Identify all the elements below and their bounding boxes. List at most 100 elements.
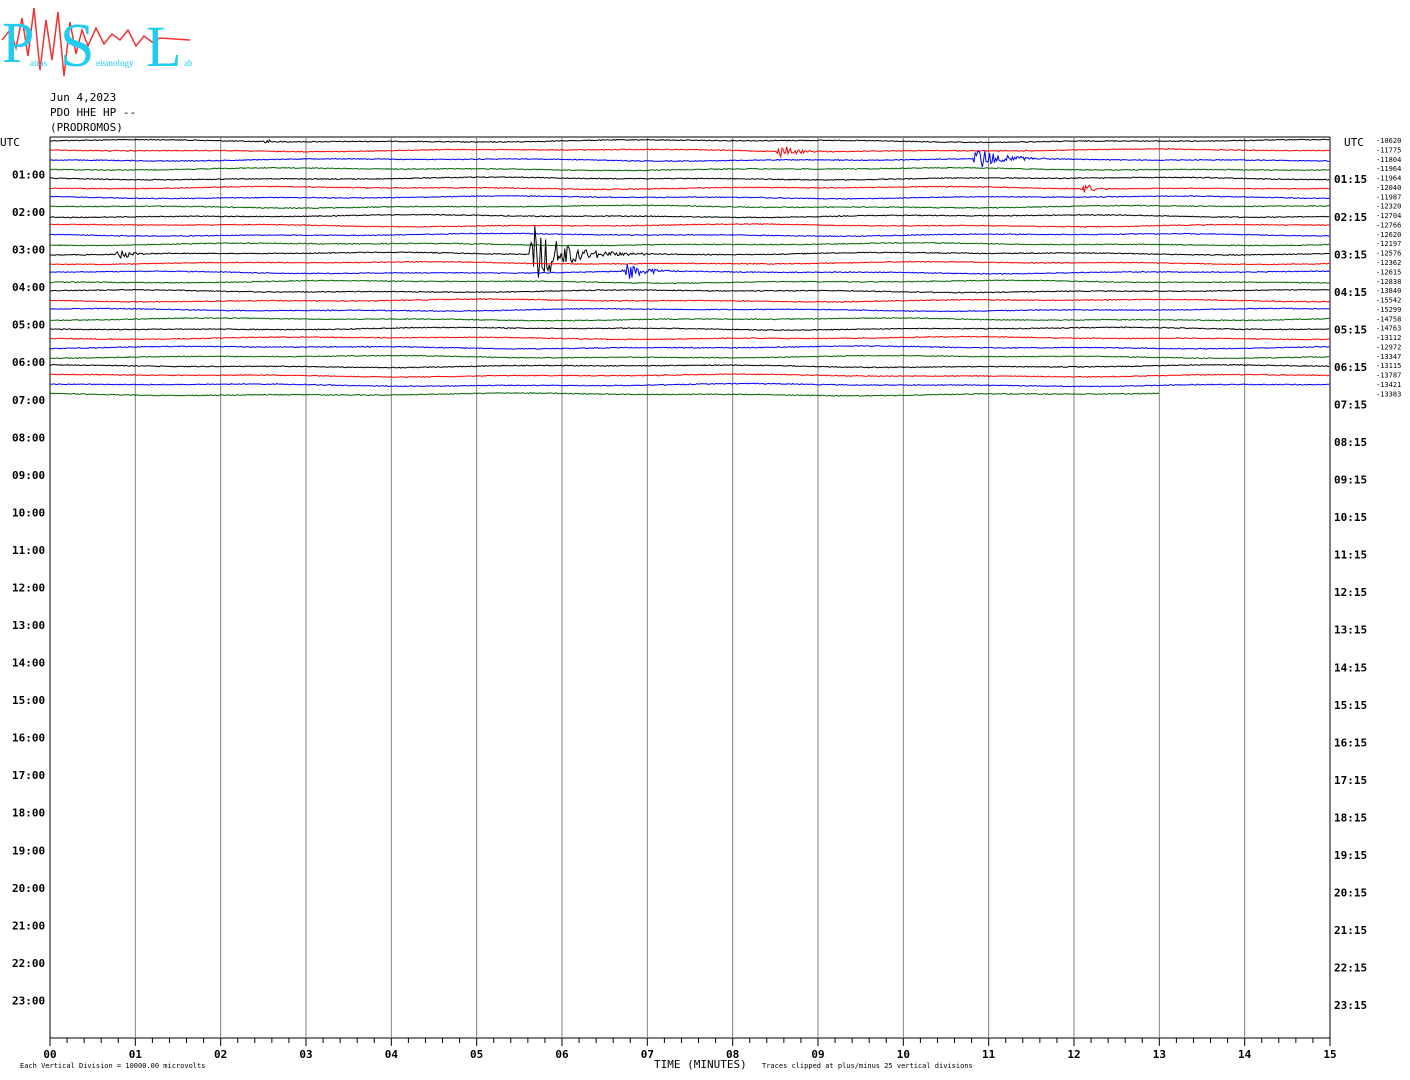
x-tick-label: 11 xyxy=(982,1048,996,1061)
hour-label-left: 07:00 xyxy=(12,394,45,407)
row-offset-label: -13421 xyxy=(1376,381,1401,389)
hour-label-left: 01:00 xyxy=(12,169,45,182)
hour-label-right: 11:15 xyxy=(1334,549,1367,562)
x-tick-label: 14 xyxy=(1238,1048,1252,1061)
row-offset-label: -13347 xyxy=(1376,353,1401,361)
row-offset-label: -12362 xyxy=(1376,259,1401,267)
trace-row-9 xyxy=(49,223,1330,228)
x-tick-label: 12 xyxy=(1067,1048,1080,1061)
x-tick-label: 02 xyxy=(214,1048,227,1061)
hour-label-left: 03:00 xyxy=(12,244,45,257)
trace-row-22 xyxy=(49,345,1330,350)
x-tick-label: 03 xyxy=(299,1048,312,1061)
hour-label-right: 21:15 xyxy=(1334,924,1367,937)
hour-label-left: 17:00 xyxy=(12,769,45,782)
hour-label-left: 15:00 xyxy=(12,694,45,707)
row-offset-label: -13112 xyxy=(1376,334,1401,342)
right-axis-title: UTC xyxy=(1344,136,1364,149)
trace-row-25 xyxy=(50,373,1330,378)
trace-row-4 xyxy=(49,176,1330,181)
row-offset-label: -11987 xyxy=(1376,193,1401,201)
footer-left: Each Vertical Division = 10000.00 microv… xyxy=(20,1062,205,1070)
trace-row-23 xyxy=(49,354,1330,360)
hour-label-left: 20:00 xyxy=(12,882,45,895)
hour-label-right: 04:15 xyxy=(1334,286,1367,299)
row-offset-label: -12704 xyxy=(1376,212,1401,220)
x-tick-label: 04 xyxy=(385,1048,399,1061)
row-offset-label: -14763 xyxy=(1376,325,1401,333)
hour-label-right: 13:15 xyxy=(1334,624,1367,637)
hour-label-right: 20:15 xyxy=(1334,886,1367,899)
hour-label-right: 12:15 xyxy=(1334,586,1367,599)
x-tick-label: 15 xyxy=(1323,1048,1336,1061)
row-offset-label: -12576 xyxy=(1376,250,1401,258)
hour-label-right: 18:15 xyxy=(1334,811,1367,824)
hour-label-left: 23:00 xyxy=(12,994,45,1007)
row-offset-label: -12615 xyxy=(1376,268,1401,276)
hour-label-right: 14:15 xyxy=(1334,661,1367,674)
row-offset-label: -10620 xyxy=(1376,137,1401,145)
hour-label-left: 14:00 xyxy=(12,657,45,670)
trace-row-10 xyxy=(49,232,1330,238)
hour-label-left: 22:00 xyxy=(12,957,45,970)
hour-label-right: 23:15 xyxy=(1334,999,1367,1012)
hour-label-left: 18:00 xyxy=(12,807,45,820)
x-tick-label: 01 xyxy=(129,1048,143,1061)
trace-row-17 xyxy=(49,298,1330,303)
hour-label-left: 16:00 xyxy=(12,732,45,745)
x-tick-label: 05 xyxy=(470,1048,483,1061)
trace-row-1 xyxy=(49,146,1330,159)
trace-row-27 xyxy=(49,392,1160,397)
hour-label-left: 06:00 xyxy=(12,356,45,369)
row-offset-label: -11964 xyxy=(1376,165,1401,173)
trace-row-19 xyxy=(49,317,1330,322)
x-tick-label: 09 xyxy=(811,1048,824,1061)
x-tick-label: 13 xyxy=(1153,1048,1166,1061)
hour-label-right: 17:15 xyxy=(1334,774,1367,787)
hour-label-right: 02:15 xyxy=(1334,211,1367,224)
x-tick-label: 06 xyxy=(555,1048,569,1061)
hour-label-left: 02:00 xyxy=(12,206,45,219)
trace-row-3 xyxy=(49,166,1330,172)
row-offset-label: -13840 xyxy=(1376,287,1401,295)
trace-row-16 xyxy=(49,288,1330,294)
hour-label-right: 22:15 xyxy=(1334,962,1367,975)
hour-label-left: 21:00 xyxy=(12,919,45,932)
row-offset-label: -12972 xyxy=(1376,343,1401,351)
row-offset-label: -13383 xyxy=(1376,390,1401,398)
trace-row-14 xyxy=(49,264,1330,279)
row-offset-label: -12766 xyxy=(1376,221,1401,229)
hour-label-left: 04:00 xyxy=(12,281,45,294)
hour-label-left: 12:00 xyxy=(12,581,45,594)
trace-row-2 xyxy=(49,150,1330,168)
x-tick-label: 10 xyxy=(897,1048,910,1061)
hour-label-right: 09:15 xyxy=(1334,474,1367,487)
trace-row-6 xyxy=(49,195,1330,200)
row-offset-label: -12838 xyxy=(1376,278,1401,286)
hour-label-right: 01:15 xyxy=(1334,173,1367,186)
plot-traces xyxy=(49,138,1330,397)
hour-label-left: 05:00 xyxy=(12,319,45,332)
trace-row-21 xyxy=(49,335,1330,341)
row-offset-label: -13787 xyxy=(1376,372,1401,380)
hour-label-right: 08:15 xyxy=(1334,436,1367,449)
row-offset-label: -15542 xyxy=(1376,297,1401,305)
trace-row-18 xyxy=(49,307,1330,313)
hour-label-right: 03:15 xyxy=(1334,248,1367,261)
trace-row-15 xyxy=(49,279,1330,285)
hour-label-right: 07:15 xyxy=(1334,398,1367,411)
trace-row-5 xyxy=(49,184,1330,193)
row-offset-label: -11804 xyxy=(1376,156,1401,164)
trace-row-20 xyxy=(50,326,1330,332)
trace-row-0 xyxy=(49,138,1330,144)
row-offset-label: -11775 xyxy=(1376,146,1401,154)
helicorder-plot: 00 01 02 03 04 05 06 07 08 09 10 11 12 13 14 1501:0002:… xyxy=(0,136,1401,1071)
row-offset-label: -12320 xyxy=(1376,203,1401,211)
hour-label-left: 09:00 xyxy=(12,469,45,482)
row-offset-label: -13115 xyxy=(1376,362,1401,370)
row-offset-label: -12040 xyxy=(1376,184,1401,192)
trace-row-24 xyxy=(49,363,1330,369)
trace-row-26 xyxy=(49,382,1330,388)
hour-label-right: 15:15 xyxy=(1334,699,1367,712)
hour-label-left: 19:00 xyxy=(12,844,45,857)
